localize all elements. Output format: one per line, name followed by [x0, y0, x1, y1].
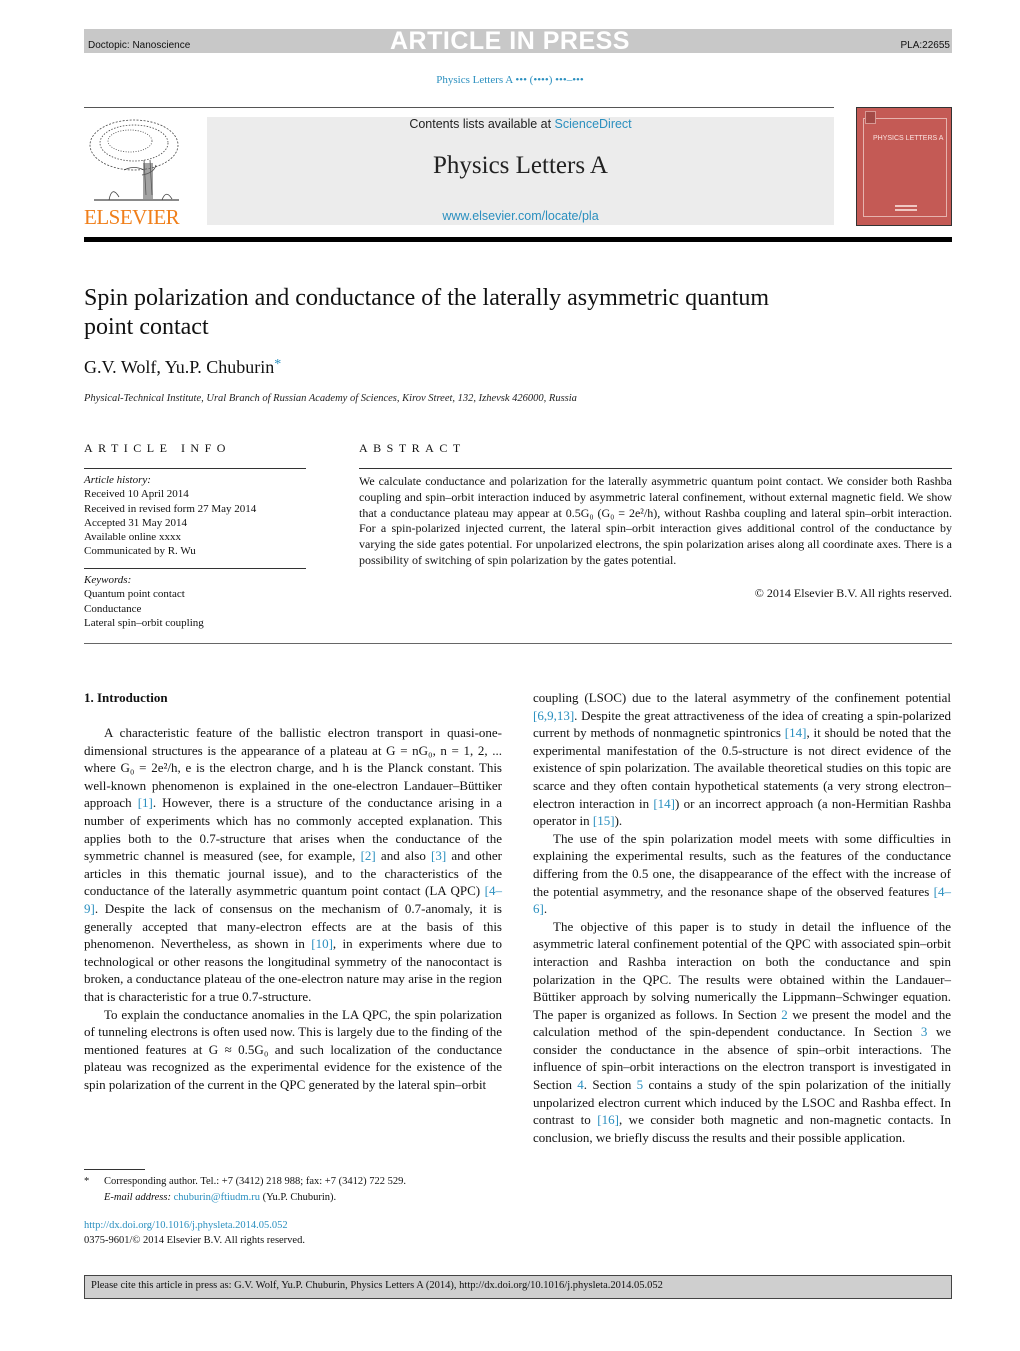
history-item: Communicated by R. Wu: [84, 545, 196, 558]
abstract-text: We calculate conductance and polarizatio…: [359, 474, 952, 567]
reference-link[interactable]: [6,9,13]: [533, 708, 574, 723]
reference-link[interactable]: [16]: [597, 1112, 619, 1127]
reference-link[interactable]: [2]: [361, 848, 376, 863]
abstract-rule: [359, 468, 952, 469]
article-history: Article history: Received 10 April 2014 …: [84, 473, 256, 559]
journal-url-link[interactable]: www.elsevier.com/locate/pla: [207, 209, 834, 223]
paragraph-text: coupling (LSOC) due to the lateral asymm…: [533, 690, 951, 705]
reference-link[interactable]: [10]: [311, 936, 333, 951]
abstract-heading: ABSTRACT: [359, 441, 466, 455]
paragraph: A characteristic feature of the ballisti…: [84, 724, 502, 1006]
history-item: Accepted 31 May 2014: [84, 516, 187, 529]
email-owner: (Yu.P. Chuburin).: [259, 1192, 337, 1203]
front-matter-rule: [84, 643, 952, 644]
reference-link[interactable]: [3]: [431, 848, 446, 863]
publisher-logo-text: ELSEVIER: [84, 205, 180, 229]
issn-copyright: 0375-9601/© 2014 Elsevier B.V. All right…: [84, 1235, 305, 1246]
email-label: E-mail address:: [104, 1192, 174, 1203]
history-item: Received in revised form 27 May 2014: [84, 502, 257, 515]
citation-bar: Please cite this article in press as: G.…: [84, 1275, 952, 1299]
history-item: Available online xxxx: [84, 531, 181, 544]
masthead-top-rule: [84, 107, 834, 108]
keyword: Lateral spin–orbit coupling: [84, 616, 204, 629]
cover-text-line: [895, 205, 917, 207]
paragraph-text: . Section: [583, 1077, 637, 1093]
cover-text-line: [895, 209, 917, 211]
contents-prefix: Contents lists available at: [409, 117, 555, 131]
article-in-press-label: ARTICLE IN PRESS: [390, 27, 630, 55]
cover-publisher-badge-icon: [865, 111, 876, 124]
history-label: Article history:: [84, 474, 151, 486]
reference-link[interactable]: [15]: [593, 813, 615, 828]
article-code: PLA:22655: [900, 40, 951, 51]
doi-link[interactable]: http://dx.doi.org/10.1016/j.physleta.201…: [84, 1218, 305, 1233]
paragraph: To explain the conductance anomalies in …: [84, 1006, 502, 1092]
sciencedirect-link[interactable]: ScienceDirect: [555, 117, 632, 131]
reference-link[interactable]: [14]: [653, 796, 675, 811]
cover-title: PHYSICS LETTERS A: [873, 135, 944, 142]
paragraph-text: and also: [375, 848, 431, 864]
article-info-rule: [84, 468, 306, 469]
citation-text: Please cite this article in press as: G.…: [91, 1280, 663, 1291]
body-left-column: A characteristic feature of the ballisti…: [84, 724, 502, 1093]
cover-frame: [863, 118, 947, 217]
journal-cover-image: PHYSICS LETTERS A: [856, 107, 952, 226]
masthead-bottom-rule: [84, 237, 952, 242]
footnote-rule: [84, 1169, 145, 1170]
doi-block: http://dx.doi.org/10.1016/j.physleta.201…: [84, 1218, 305, 1248]
keywords: Keywords: Quantum point contact Conducta…: [84, 573, 204, 630]
reference-link[interactable]: [14]: [785, 725, 807, 740]
email-link[interactable]: chuburin@ftiudm.ru: [174, 1192, 260, 1203]
keyword: Conductance: [84, 602, 142, 615]
journal-citation-line: Physics Letters A ••• (••••) •••–•••: [436, 74, 584, 86]
abstract-copyright: © 2014 Elsevier B.V. All rights reserved…: [754, 586, 952, 600]
keywords-label: Keywords:: [84, 574, 132, 586]
history-item: Received 10 April 2014: [84, 488, 189, 501]
contents-availability: Contents lists available at ScienceDirec…: [207, 117, 834, 131]
author-list: G.V. Wolf, Yu.P. Chuburin*: [84, 357, 281, 378]
reference-link[interactable]: [1]: [138, 795, 153, 810]
journal-title: Physics Letters A: [433, 152, 608, 179]
corresponding-author-marker[interactable]: *: [274, 357, 281, 372]
corresponding-author-footnote: * Corresponding author. Tel.: +7 (3412) 2…: [84, 1174, 406, 1206]
footnote-contact: Corresponding author. Tel.: +7 (3412) 21…: [104, 1176, 406, 1187]
article-title: Spin polarization and conductance of the…: [84, 285, 770, 340]
keyword: Quantum point contact: [84, 588, 185, 601]
paragraph: The use of the spin polarization model m…: [533, 830, 951, 918]
paragraph: coupling (LSOC) due to the lateral asymm…: [533, 689, 951, 830]
paragraph: The objective of this paper is to study …: [533, 918, 951, 1147]
paragraph-text: ).: [614, 813, 623, 829]
footnote-marker: *: [84, 1176, 90, 1187]
authors: G.V. Wolf, Yu.P. Chuburin: [84, 357, 275, 377]
affiliation: Physical-Technical Institute, Ural Branc…: [84, 393, 577, 404]
article-info-heading: ARTICLE INFO: [84, 441, 231, 455]
paragraph-text: The use of the spin polarization model m…: [533, 830, 951, 899]
paragraph-text: .: [543, 901, 548, 917]
keywords-rule: [84, 568, 306, 569]
body-right-column: coupling (LSOC) due to the lateral asymm…: [533, 689, 951, 1146]
section-heading-introduction: 1. Introduction: [84, 690, 168, 705]
